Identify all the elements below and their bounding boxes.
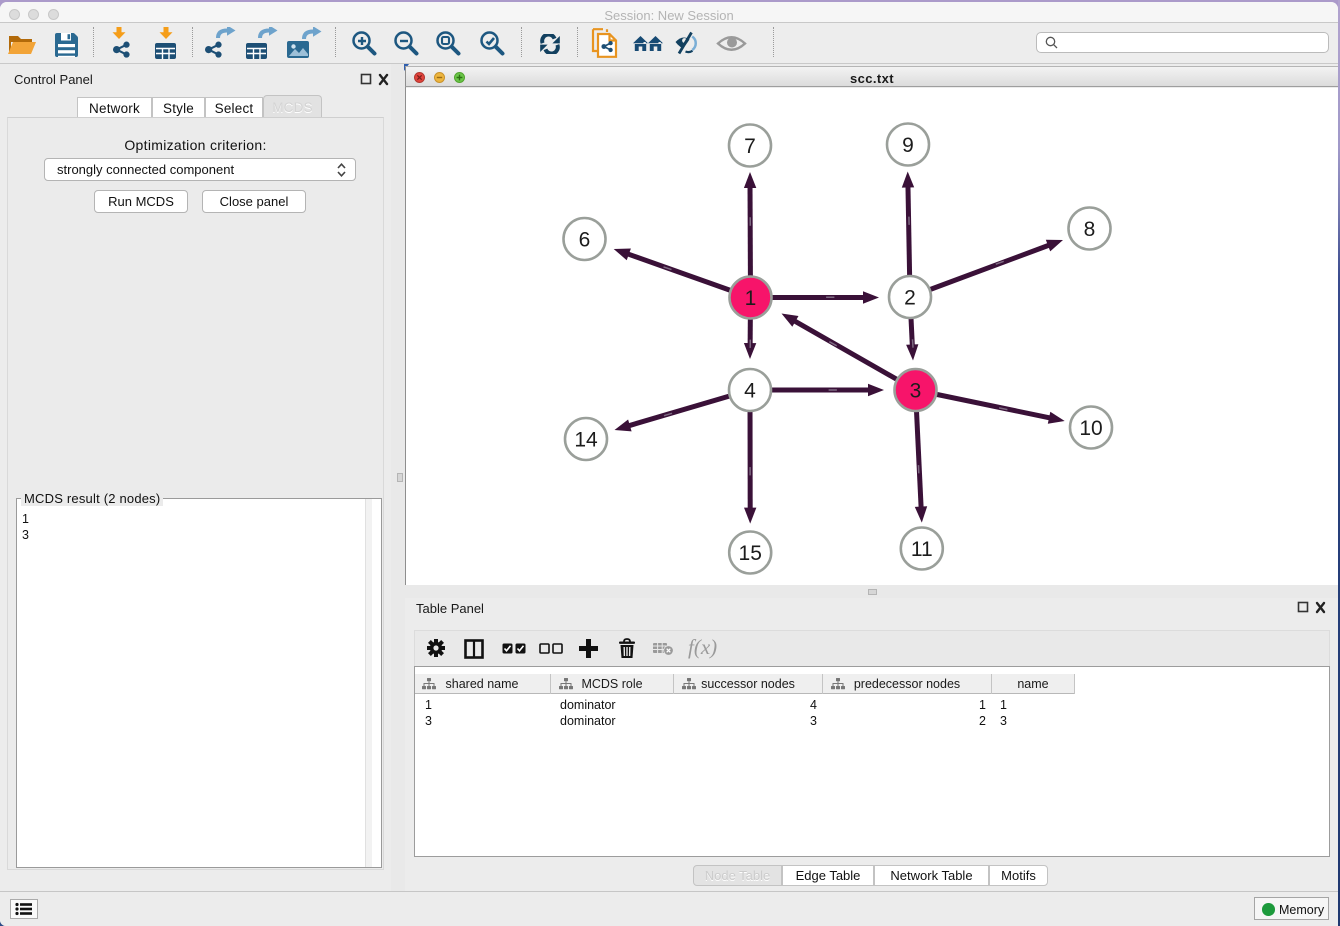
- svg-text:8: 8: [1084, 218, 1096, 241]
- svg-text:15: 15: [739, 542, 762, 565]
- svg-text:14: 14: [574, 429, 598, 452]
- svg-text:1: 1: [745, 287, 757, 310]
- svg-text:7: 7: [744, 135, 756, 158]
- svg-text:3: 3: [910, 380, 922, 403]
- svg-text:4: 4: [744, 380, 756, 403]
- svg-text:11: 11: [911, 538, 933, 561]
- svg-text:10: 10: [1079, 417, 1102, 440]
- svg-text:2: 2: [904, 287, 916, 310]
- svg-text:9: 9: [902, 134, 914, 157]
- svg-text:6: 6: [579, 229, 591, 252]
